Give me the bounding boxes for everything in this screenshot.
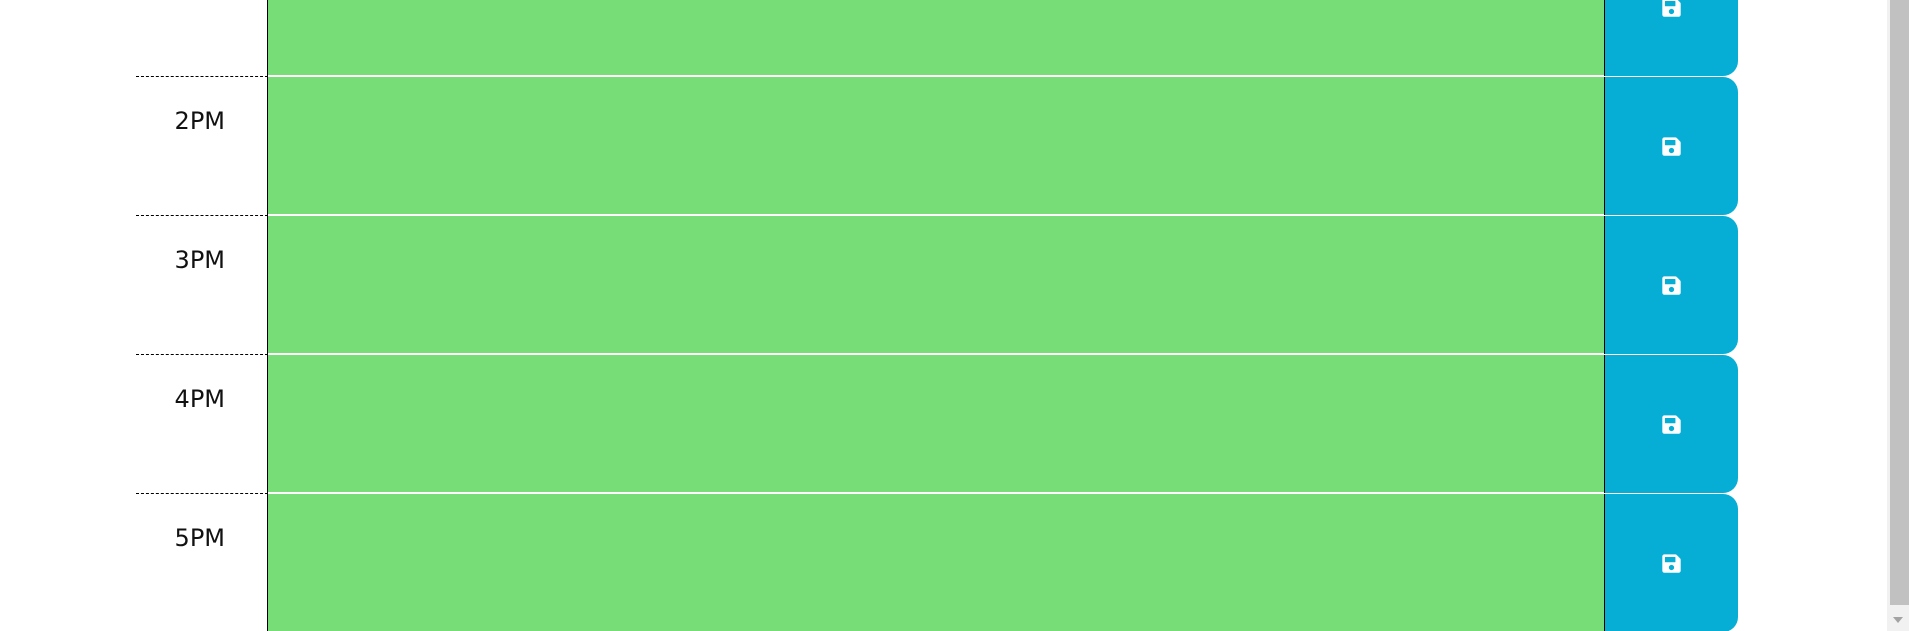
time-block-1pm xyxy=(136,0,1738,76)
schedule-container: 2PM 3PM 4PM 5PM xyxy=(136,0,1738,631)
floppy-disk-icon xyxy=(1661,414,1682,435)
time-block-2pm: 2PM xyxy=(136,76,1738,215)
hour-label xyxy=(136,0,268,76)
vertical-scrollbar[interactable] xyxy=(1887,0,1909,631)
event-description-input[interactable] xyxy=(268,493,1604,631)
floppy-disk-icon xyxy=(1661,136,1682,157)
event-description-input[interactable] xyxy=(268,354,1604,493)
event-description-input[interactable] xyxy=(268,76,1604,215)
save-button[interactable] xyxy=(1604,216,1738,354)
time-block-3pm: 3PM xyxy=(136,215,1738,354)
save-button[interactable] xyxy=(1604,355,1738,493)
time-block-4pm: 4PM xyxy=(136,354,1738,493)
hour-label: 3PM xyxy=(136,215,268,354)
save-button[interactable] xyxy=(1604,0,1738,76)
save-button[interactable] xyxy=(1604,77,1738,215)
floppy-disk-icon xyxy=(1661,553,1682,574)
hour-label: 2PM xyxy=(136,76,268,215)
event-description-input[interactable] xyxy=(268,215,1604,354)
event-description-input[interactable] xyxy=(268,0,1604,76)
viewport: 2PM 3PM 4PM 5PM xyxy=(0,0,1909,631)
scrollbar-thumb[interactable] xyxy=(1890,0,1909,605)
hour-label: 5PM xyxy=(136,493,268,631)
floppy-disk-icon xyxy=(1661,0,1682,18)
save-button[interactable] xyxy=(1604,494,1738,631)
scroll-down-arrow-icon[interactable] xyxy=(1893,617,1903,623)
time-block-5pm: 5PM xyxy=(136,493,1738,631)
hour-label: 4PM xyxy=(136,354,268,493)
floppy-disk-icon xyxy=(1661,275,1682,296)
